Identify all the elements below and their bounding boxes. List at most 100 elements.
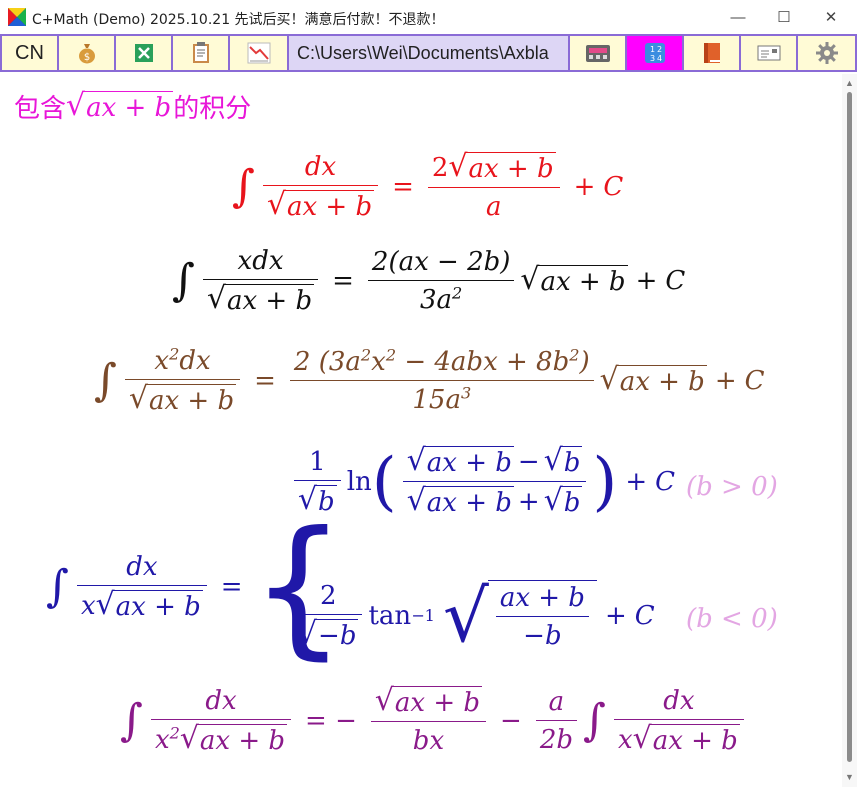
f2-rhs-rad: ax + b xyxy=(538,265,628,297)
f3-num-dx: dx xyxy=(179,346,211,376)
formula-content: 包含 √ ax + b 的积分 ∫ dx √ ax + b = 2 √ ax + b a… xyxy=(0,74,842,787)
book-button[interactable] xyxy=(682,34,741,72)
f1-plus: + xyxy=(573,172,596,202)
f5-equals: = − xyxy=(305,706,357,736)
id-card-button[interactable] xyxy=(739,34,798,72)
scroll-down-arrow-icon[interactable]: ▼ xyxy=(844,772,855,782)
f3-equals: = xyxy=(254,366,276,396)
f4c2-condition: (b < 0) xyxy=(686,604,778,634)
f4c1-sqrt-b: b xyxy=(316,485,337,517)
f4c1-constant: C xyxy=(655,467,676,497)
f3-rhs-rad: ax + b xyxy=(617,365,707,397)
money-bag-icon: $ xyxy=(78,44,95,64)
scrollbar-thumb[interactable] xyxy=(847,92,852,762)
f4c1-one: 1 xyxy=(309,447,326,477)
f2-constant: C xyxy=(665,266,686,296)
f4c1-ln: ln xyxy=(346,467,372,497)
close-button[interactable]: ✕ xyxy=(808,0,854,34)
f3-rhs-num-c: − 4abx + 8b xyxy=(396,347,570,377)
minimize-button[interactable]: — xyxy=(715,0,761,34)
calculator-icon xyxy=(585,45,610,62)
f3-rhs-den: 15a xyxy=(412,385,461,415)
numbers-button[interactable]: 1 2 3 4 xyxy=(625,34,684,72)
svg-text:1: 1 xyxy=(650,45,655,54)
f5-rhs-den: bx xyxy=(412,726,445,756)
f4-denominator: ax + b xyxy=(113,590,203,622)
f5-den-x: x xyxy=(154,725,170,755)
formula-4-case-2: 2 √ −b tan −1 √ ax + b −b + C xyxy=(288,580,655,652)
heading-prefix: 包含 xyxy=(14,94,67,124)
svg-text:2: 2 xyxy=(657,45,662,54)
f5-int2-den-rad: ax + b xyxy=(650,724,740,756)
heading-suffix: 的积分 xyxy=(173,94,252,124)
f4c1-minus: − xyxy=(517,447,540,477)
f1-constant: C xyxy=(603,172,624,202)
numbers-icon: 1 2 3 4 xyxy=(644,43,665,63)
settings-button[interactable] xyxy=(796,34,857,72)
section-heading: 包含 √ ax + b 的积分 xyxy=(14,88,251,125)
f1-rhs-coef: 2 xyxy=(431,153,449,183)
f4c1-lpar: ( xyxy=(371,445,397,519)
f2-rhs-den: 3a xyxy=(420,285,453,315)
f3-rhs-num-b: x xyxy=(371,347,386,377)
f3-rhs-num-a: 2 (3a xyxy=(293,347,361,377)
title-bar: C+Math (Demo) 2025.10.21 先试后买！满意后付款！不退款！… xyxy=(0,0,857,35)
book-icon xyxy=(703,43,720,63)
f5-int2-num: dx xyxy=(663,686,695,716)
f4c2-plus: + xyxy=(604,601,627,631)
formula-3: ∫ x2dx √ ax + b = 2 (3a2x2 − 4abx + 8b2) … xyxy=(94,344,765,416)
f1-denominator: ax + b xyxy=(284,190,375,222)
id-card-icon xyxy=(757,45,780,61)
window-title: C+Math (Demo) 2025.10.21 先试后买！满意后付款！不退款！ xyxy=(32,12,445,28)
formula-2: ∫ xdx √ ax + b = 2(ax − 2b) 3a2 √ ax + b +… xyxy=(172,246,686,316)
file-path-display[interactable]: C:\Users\Wei\Documents\Axbla xyxy=(287,34,570,72)
scroll-up-arrow-icon[interactable]: ▲ xyxy=(844,78,855,88)
app-logo-icon xyxy=(8,8,26,26)
f5-numerator: dx xyxy=(205,686,237,716)
f1-rhs-den: a xyxy=(486,192,502,222)
clipboard-button[interactable] xyxy=(171,34,230,72)
f4c1-rpar: ) xyxy=(592,445,618,519)
f3-rhs-exp-2: 2 xyxy=(385,345,397,365)
svg-text:3: 3 xyxy=(650,54,655,63)
f5-coef-num: a xyxy=(548,687,565,717)
f3-rhs-exp-3: 2 xyxy=(569,345,580,365)
f4-numerator: dx xyxy=(126,552,158,582)
f4c1-radb3: b xyxy=(561,486,583,518)
calculator-button[interactable] xyxy=(568,34,627,72)
chart-button[interactable] xyxy=(228,34,289,72)
f3-rhs-num-d: ) xyxy=(579,347,590,377)
f5-rhs-rad: ax + b xyxy=(392,686,483,718)
clipboard-icon xyxy=(192,42,209,63)
f5-coef-den: 2b xyxy=(539,725,574,755)
f4c2-tan: tan xyxy=(368,601,412,631)
maximize-button[interactable]: ☐ xyxy=(761,0,807,34)
svg-text:4: 4 xyxy=(657,54,662,63)
excel-button[interactable] xyxy=(114,34,173,72)
f4c1-rad3: ax + b xyxy=(424,486,514,518)
f4-den-x: x xyxy=(80,591,96,621)
f4c2-rad-num: ax + b xyxy=(499,583,585,613)
money-button[interactable]: $ xyxy=(57,34,116,72)
chart-down-icon xyxy=(247,42,270,64)
svg-text:$: $ xyxy=(83,52,89,63)
heading-sqrt: √ ax + b xyxy=(66,87,174,123)
f4c2-constant: C xyxy=(634,601,655,631)
f1-numerator: dx xyxy=(304,152,337,182)
f1-equals: = xyxy=(392,172,414,202)
language-button[interactable]: CN xyxy=(0,34,59,72)
f3-num-exp: 2 xyxy=(169,344,180,364)
excel-icon xyxy=(134,44,153,62)
f3-rhs-den-exp: 3 xyxy=(460,383,472,403)
f3-constant: C xyxy=(744,366,765,396)
f2-denominator: ax + b xyxy=(224,284,315,316)
f4c2-sqrt-mb: −b xyxy=(316,619,359,651)
f3-denominator: ax + b xyxy=(146,384,237,416)
f5-minus: − xyxy=(500,706,522,736)
f5-denominator: ax + b xyxy=(197,724,288,756)
f5-den-exp: 2 xyxy=(169,723,180,743)
f2-rhs-den-exp: 2 xyxy=(452,283,463,303)
formula-5: ∫ dx x2 √ ax + b = − √ ax + b bx − a 2b ∫ d… xyxy=(120,686,750,756)
f4c2-rad-den: −b xyxy=(523,621,562,651)
f4c1-plus-inner: + xyxy=(517,487,540,517)
